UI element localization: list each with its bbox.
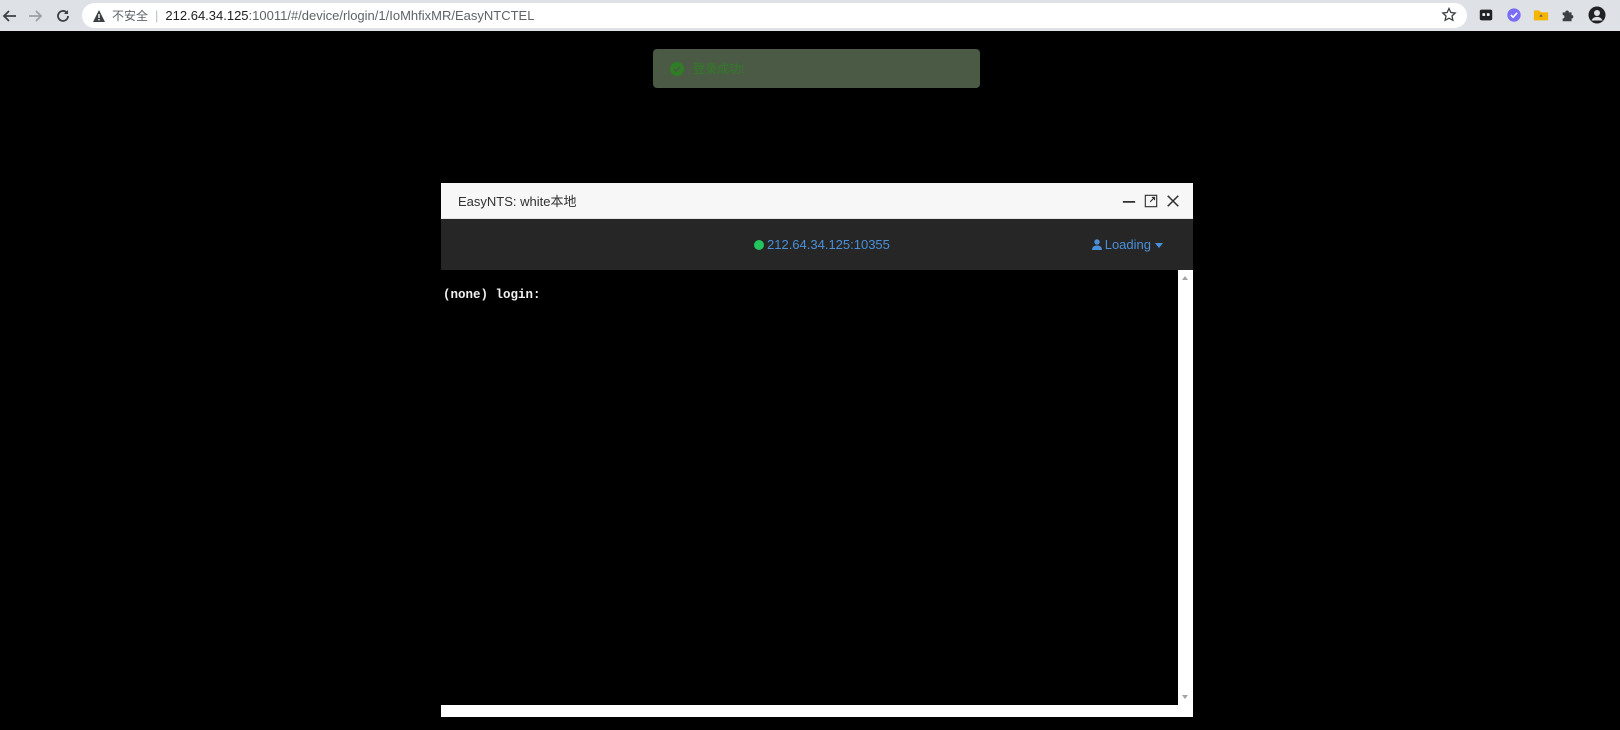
dialog-title: EasyNTS: white本地 xyxy=(458,194,577,209)
close-button[interactable] xyxy=(1165,193,1181,209)
bookmark-star-icon[interactable] xyxy=(1441,7,1457,23)
status-address: 212.64.34.125:10355 xyxy=(767,237,890,252)
extension-folder-icon[interactable] xyxy=(1532,6,1550,24)
profile-avatar-icon[interactable] xyxy=(1588,6,1606,24)
terminal-screen[interactable]: (none) login: xyxy=(441,270,1178,705)
maximize-button[interactable] xyxy=(1143,193,1159,209)
connection-status: 212.64.34.125:10355 xyxy=(754,237,890,252)
scroll-up-arrow-icon[interactable] xyxy=(1182,276,1188,280)
check-circle-icon xyxy=(670,61,684,76)
arrow-right-icon xyxy=(29,10,43,22)
browser-toolbar: 不安全 | 212.64.34.125:10011/#/device/rlogi… xyxy=(0,0,1620,31)
toast-message: 登录成功! xyxy=(693,62,745,76)
extension-check-icon[interactable] xyxy=(1505,6,1523,24)
minimize-button[interactable] xyxy=(1121,193,1137,209)
separator: | xyxy=(155,8,159,23)
reload-icon xyxy=(57,10,69,22)
session-toolbar: 212.64.34.125:10355 Loading xyxy=(441,219,1193,270)
maximize-icon xyxy=(1144,194,1158,208)
forward-button[interactable] xyxy=(22,3,48,29)
success-toast: 登录成功! xyxy=(653,49,980,88)
minimize-icon xyxy=(1122,201,1136,203)
url-path: :10011/#/device/rlogin/1/IoMhfixMR/EasyN… xyxy=(248,8,535,23)
scroll-down-arrow-icon[interactable] xyxy=(1182,695,1188,699)
warning-icon xyxy=(93,9,105,22)
terminal-line: (none) login: xyxy=(443,288,541,302)
dialog-header: EasyNTS: white本地 xyxy=(441,183,1193,219)
close-icon xyxy=(1167,195,1179,207)
address-bar[interactable]: 不安全 | 212.64.34.125:10011/#/device/rlogi… xyxy=(82,3,1467,28)
back-button[interactable] xyxy=(0,3,23,29)
reload-button[interactable] xyxy=(50,3,76,29)
url-host: 212.64.34.125 xyxy=(165,8,249,23)
terminal-scrollbar[interactable] xyxy=(1178,270,1193,705)
extension-face-icon[interactable] xyxy=(1477,6,1495,24)
caret-down-icon xyxy=(1155,242,1163,248)
user-dropdown[interactable]: Loading xyxy=(1091,237,1163,252)
terminal-dialog: EasyNTS: white本地 212.64.34.125:10355 Loa… xyxy=(441,183,1193,717)
user-label: Loading xyxy=(1104,237,1151,252)
insecure-label: 不安全 xyxy=(112,9,149,23)
extensions-puzzle-icon[interactable] xyxy=(1559,6,1577,24)
user-icon xyxy=(1091,239,1102,250)
online-dot-icon xyxy=(754,239,764,250)
arrow-left-icon xyxy=(2,10,16,22)
